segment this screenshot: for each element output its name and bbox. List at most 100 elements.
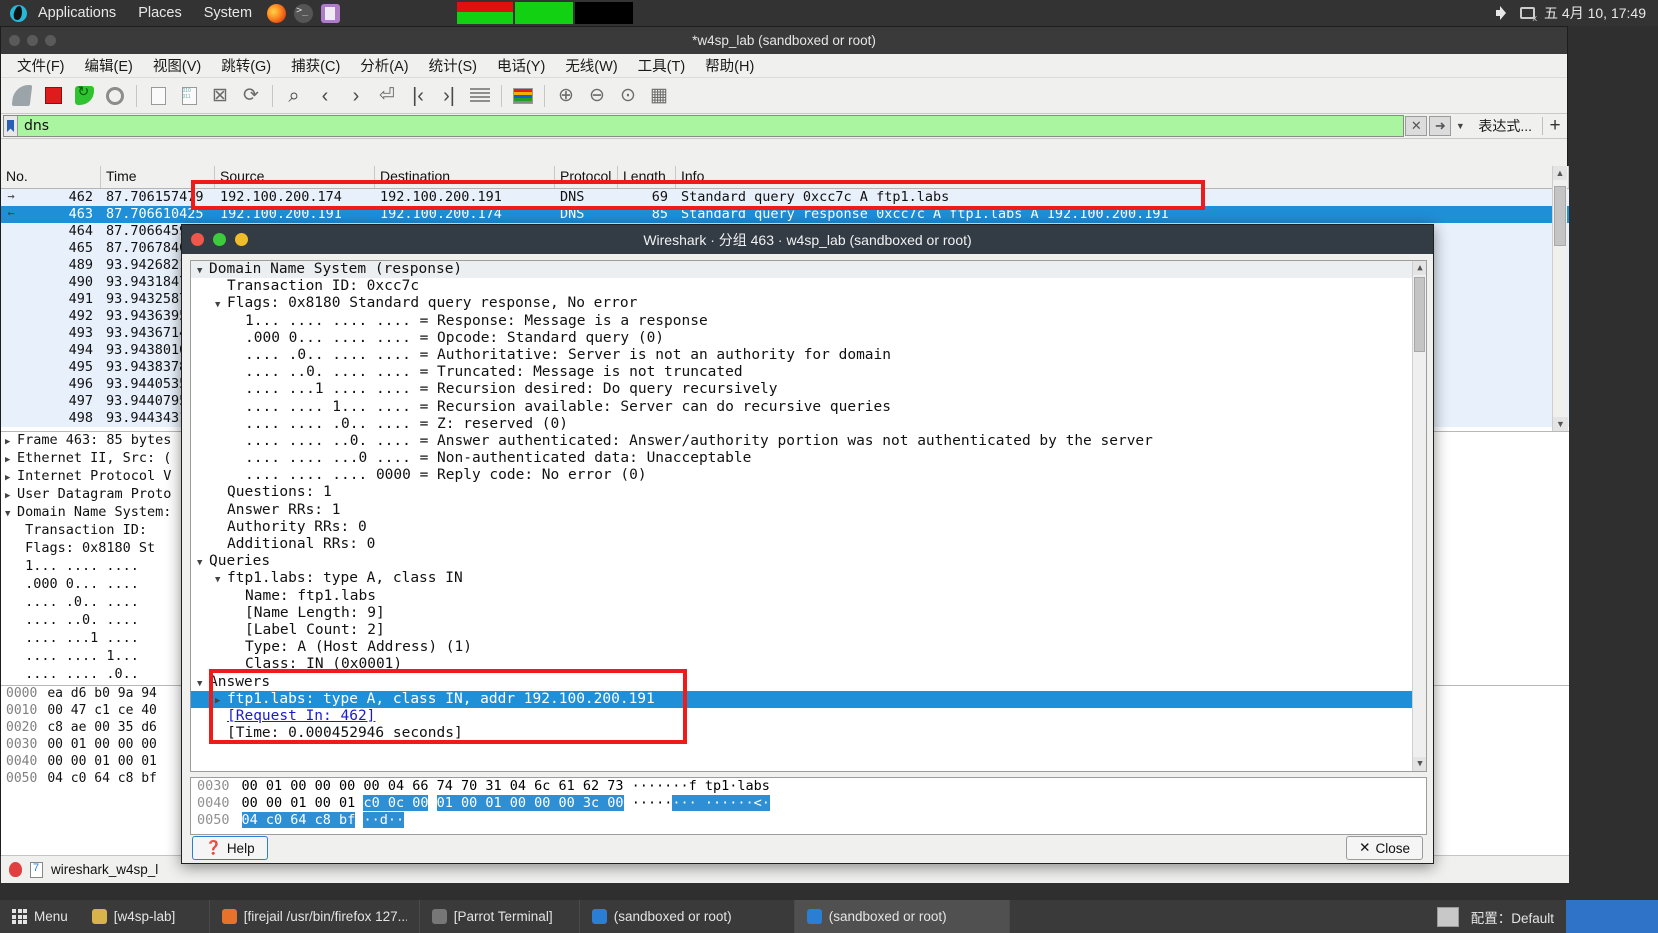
maximize-button[interactable]	[213, 233, 226, 246]
system-menu[interactable]: System	[193, 0, 263, 26]
dialog-protocol-tree[interactable]: ▼ Domain Name System (response) Transactio…	[190, 260, 1427, 772]
column-header-time[interactable]: Time	[101, 166, 215, 188]
protocol-tree-label[interactable]: [Request In: 462]	[227, 708, 375, 724]
workspace-switcher[interactable]	[1436, 906, 1459, 927]
protocol-tree-row[interactable]: .... .... ...0 .... = Non-authenticated …	[191, 450, 1426, 467]
protocol-tree-row[interactable]: .... .... .... 0000 = Reply code: No err…	[191, 467, 1426, 484]
column-header-protocol[interactable]: Protocol	[555, 166, 618, 188]
protocol-tree-row[interactable]: [Request In: 462]	[191, 708, 1426, 725]
scroll-down-arrow[interactable]: ▼	[1553, 417, 1568, 431]
column-header-destination[interactable]: Destination	[375, 166, 555, 188]
packet-detail-dialog[interactable]: Wireshark · 分组 463 · w4sp_lab (sandboxed…	[181, 224, 1434, 864]
hex-row[interactable]: 0030 00 01 00 00 00 00 04 66 74 70 31 04 …	[191, 778, 1426, 795]
menu-statistics[interactable]: 统计(S)	[419, 53, 487, 78]
minimize-button[interactable]	[235, 233, 248, 246]
save-file-icon[interactable]: 010 011	[174, 81, 204, 111]
close-button[interactable]: ✕ Close	[1346, 836, 1423, 860]
firefox-icon[interactable]	[267, 3, 287, 23]
maximize-button[interactable]	[45, 35, 56, 46]
add-filter-button[interactable]: +	[1543, 114, 1567, 138]
find-packet-icon[interactable]: ⌕	[279, 81, 309, 111]
chevron-down-icon[interactable]: ▼	[215, 575, 227, 585]
protocol-tree-row[interactable]: .... ...1 .... .... = Recursion desired:…	[191, 381, 1426, 398]
menu-capture[interactable]: 捕获(C)	[281, 53, 350, 78]
chevron-down-icon[interactable]: ▼	[1452, 114, 1468, 138]
filter-input-container[interactable]: dns	[3, 115, 1405, 137]
colorize-icon[interactable]	[508, 81, 538, 111]
taskbar-item[interactable]: (sandboxed or root)	[580, 900, 795, 933]
go-to-packet-icon[interactable]: ⏎	[372, 81, 402, 111]
bookmark-icon[interactable]	[4, 116, 18, 136]
chevron-right-icon[interactable]: ▶	[5, 437, 17, 447]
protocol-tree-row[interactable]: .... .0.. .... .... = Authoritative: Ser…	[191, 347, 1426, 364]
protocol-tree-row[interactable]: .... .... ..0. .... = Answer authenticat…	[191, 433, 1426, 450]
protocol-tree-row[interactable]: 1... .... .... .... = Response: Message …	[191, 313, 1426, 330]
dialog-tree-scrollbar[interactable]: ▲ ▼	[1412, 261, 1426, 771]
close-button[interactable]	[9, 35, 20, 46]
protocol-tree-row[interactable]: [Label Count: 2]	[191, 622, 1426, 639]
chevron-right-icon[interactable]: ▶	[5, 473, 17, 483]
close-button[interactable]	[191, 233, 204, 246]
protocol-tree-row[interactable]: ▶ ftp1.labs: type A, class IN, addr 192.1…	[191, 690, 1426, 708]
export-packets-icon[interactable]: ⊠	[205, 81, 235, 111]
zoom-reset-icon[interactable]: ⊙	[613, 81, 643, 111]
hex-row[interactable]: 0040 00 00 01 00 01 c0 0c 00 01 00 01 00 …	[191, 795, 1426, 812]
scroll-up-arrow[interactable]: ▲	[1413, 261, 1426, 275]
protocol-tree-row[interactable]: Class: IN (0x0001)	[191, 656, 1426, 673]
parrot-logo-icon[interactable]	[10, 4, 27, 22]
zoom-in-icon[interactable]: ⊕	[551, 81, 581, 111]
scroll-thumb[interactable]	[1554, 186, 1566, 246]
terminal-icon[interactable]	[294, 3, 314, 23]
column-header-length[interactable]: Length	[618, 166, 676, 188]
clock[interactable]: 五 4月 10, 17:49	[1544, 3, 1646, 23]
dialog-hex-dump[interactable]: 0030 00 01 00 00 00 00 04 66 74 70 31 04 …	[190, 777, 1427, 835]
protocol-tree-row[interactable]: Questions: 1	[191, 484, 1426, 501]
menu-tools[interactable]: 工具(T)	[628, 53, 696, 78]
close-file-icon[interactable]	[143, 81, 173, 111]
protocol-tree-row[interactable]: Transaction ID: 0xcc7c	[191, 278, 1426, 295]
protocol-tree-row[interactable]: Type: A (Host Address) (1)	[191, 639, 1426, 656]
hex-row[interactable]: 0050 04 c0 64 c8 bf ··d··	[191, 812, 1426, 829]
go-first-packet-icon[interactable]: |‹	[403, 81, 433, 111]
capture-options-icon[interactable]	[100, 81, 130, 111]
protocol-tree-row[interactable]: Name: ftp1.labs	[191, 588, 1426, 605]
chevron-down-icon[interactable]: ▼	[215, 300, 227, 310]
protocol-tree-row[interactable]: ▼ Answers	[191, 674, 1426, 691]
capture-indicator-icon[interactable]	[9, 862, 22, 877]
column-header-no[interactable]: No.	[1, 166, 101, 188]
taskbar-item[interactable]: [Parrot Terminal]	[420, 900, 580, 933]
chevron-down-icon[interactable]: ▼	[197, 558, 209, 568]
protocol-tree-row[interactable]: Authority RRs: 0	[191, 519, 1426, 536]
table-row[interactable]: ← 463 87.706610425 192.100.200.191 192.100.2…	[1, 206, 1569, 223]
go-forward-icon[interactable]: ›	[341, 81, 371, 111]
stop-capture-icon[interactable]	[38, 81, 68, 111]
scroll-up-arrow[interactable]: ▲	[1553, 166, 1567, 180]
column-header-source[interactable]: Source	[215, 166, 375, 188]
menu-analyze[interactable]: 分析(A)	[350, 53, 418, 78]
protocol-tree-row[interactable]: .... ..0. .... .... = Truncated: Message…	[191, 364, 1426, 381]
display-icon[interactable]	[1520, 7, 1537, 23]
window-controls[interactable]	[9, 35, 56, 46]
zoom-out-icon[interactable]: ⊖	[582, 81, 612, 111]
menu-help[interactable]: 帮助(H)	[695, 53, 764, 78]
table-row[interactable]: → 462 87.706157479 192.100.200.174 192.100.2…	[1, 189, 1569, 206]
taskbar-blue-panel[interactable]	[1566, 900, 1658, 933]
go-back-icon[interactable]: ‹	[310, 81, 340, 111]
chevron-right-icon[interactable]: ▶	[5, 491, 17, 501]
scroll-down-arrow[interactable]: ▼	[1413, 757, 1426, 771]
apply-filter-icon[interactable]: ➜	[1429, 116, 1452, 136]
protocol-tree-row[interactable]: .... .... 1... .... = Recursion availabl…	[191, 399, 1426, 416]
filter-input[interactable]: dns	[18, 118, 49, 134]
menu-wireless[interactable]: 无线(W)	[555, 53, 627, 78]
menu-go[interactable]: 跳转(G)	[211, 53, 281, 78]
menu-edit[interactable]: 编辑(E)	[75, 53, 143, 78]
text-editor-icon[interactable]	[321, 3, 341, 23]
menu-telephony[interactable]: 电话(Y)	[487, 53, 555, 78]
volume-icon[interactable]	[1496, 6, 1511, 20]
taskbar-item[interactable]: [firejail /usr/bin/firefox 127...	[210, 900, 420, 933]
chevron-right-icon[interactable]: ▶	[5, 455, 17, 465]
protocol-tree-row[interactable]: ▼ Domain Name System (response)	[191, 261, 1426, 279]
filter-expression-button[interactable]: 表达式...	[1468, 114, 1542, 138]
chevron-right-icon[interactable]: ▼	[5, 509, 17, 519]
auto-scroll-icon[interactable]	[465, 81, 495, 111]
